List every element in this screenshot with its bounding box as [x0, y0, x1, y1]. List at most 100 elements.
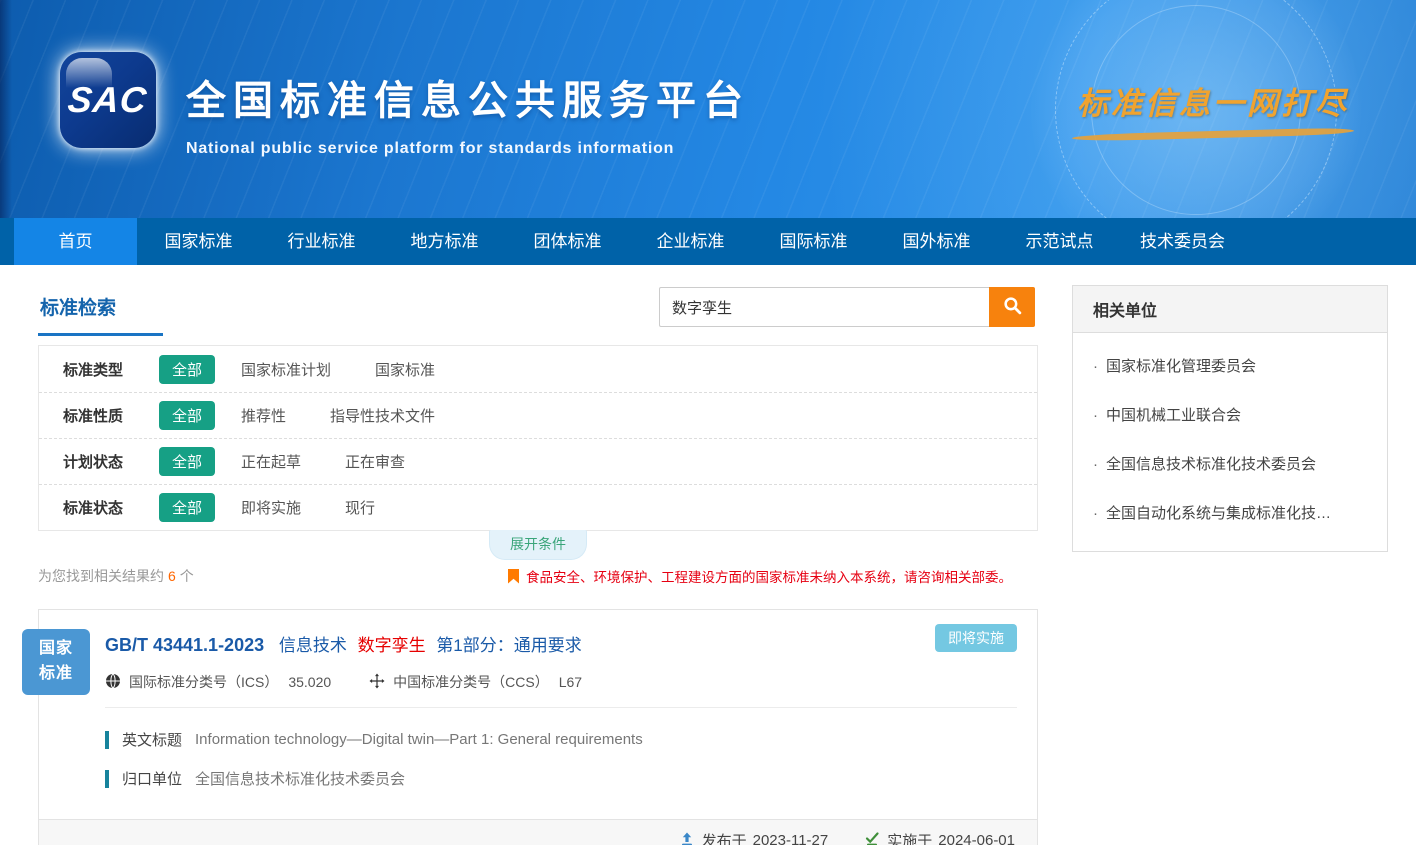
- main-column: 标准检索 标准类型 全部 国家标准计划 国家标准 标准性质 全部 推荐性: [38, 285, 1038, 845]
- filter-all-badge[interactable]: 全部: [159, 355, 215, 384]
- result-card-fields: 英文标题 Information technology—Digital twin…: [39, 708, 1037, 811]
- sidebar-item-machinery-federation[interactable]: ·中国机械工业联合会: [1093, 390, 1367, 439]
- ccs-meta: 中国标准分类号（CCS） L67: [369, 672, 582, 692]
- standard-title: GB/T 43441.1-2023 信息技术 数字孪生 第1部分：通用要求: [105, 631, 1017, 656]
- filter-option[interactable]: 正在审查: [345, 451, 405, 472]
- sidebar-item-sac[interactable]: ·国家标准化管理委员会: [1093, 341, 1367, 390]
- filter-option[interactable]: 国家标准: [375, 359, 435, 380]
- filter-label: 标准性质: [63, 405, 159, 426]
- english-title-row: 英文标题 Information technology—Digital twin…: [105, 729, 1017, 750]
- nav-industry-standards[interactable]: 行业标准: [260, 218, 383, 265]
- nav-technical-committees[interactable]: 技术委员会: [1121, 218, 1244, 265]
- sac-logo-text: SAC: [66, 79, 149, 121]
- nav-home[interactable]: 首页: [14, 218, 137, 265]
- ccs-value: L67: [559, 674, 582, 690]
- ics-value: 35.020: [288, 674, 331, 690]
- results-info-row: 为您找到相关结果约6个 食品安全、环境保护、工程建设方面的国家标准未纳入本系统，…: [38, 566, 1038, 586]
- related-units-title: 相关单位: [1073, 286, 1387, 333]
- results-count-suffix: 个: [180, 568, 194, 584]
- field-label: 归口单位: [122, 768, 182, 789]
- bookmark-icon: [508, 569, 519, 584]
- search-button[interactable]: [989, 287, 1035, 327]
- implemented-label: 实施于: [887, 830, 932, 845]
- filter-all-badge[interactable]: 全部: [159, 493, 215, 522]
- nav-enterprise-standards[interactable]: 企业标准: [629, 218, 752, 265]
- nav-international-standards[interactable]: 国际标准: [752, 218, 875, 265]
- filter-option[interactable]: 现行: [345, 497, 375, 518]
- publish-icon: [679, 831, 702, 845]
- banner-slogan: 标准信息一网打尽: [1058, 78, 1368, 138]
- site-title-en: National public service platform for sta…: [186, 140, 750, 158]
- result-card: 国家 标准 GB/T 43441.1-2023 信息技术 数字孪生 第1部分：通…: [38, 609, 1038, 845]
- sidebar-item-automation-systems[interactable]: · 全国自动化系统与集成标准化技…: [1093, 488, 1367, 537]
- crosshair-icon: [369, 673, 393, 692]
- page-content: 标准检索 标准类型 全部 国家标准计划 国家标准 标准性质 全部 推荐性: [0, 265, 1416, 845]
- nav-foreign-standards[interactable]: 国外标准: [875, 218, 998, 265]
- sidebar-item-it-standardization[interactable]: · 全国信息技术标准化技术委员会: [1093, 439, 1367, 488]
- filter-all-badge[interactable]: 全部: [159, 401, 215, 430]
- globe-icon: [105, 673, 129, 692]
- status-badge: 即将实施: [935, 624, 1017, 652]
- implemented-date-item: 实施于 2024-06-01: [864, 830, 1015, 845]
- committee-row: 归口单位 全国信息技术标准化技术委员会: [105, 768, 1017, 789]
- site-header: SAC 全国标准信息公共服务平台 National public service…: [0, 0, 1416, 218]
- list-bullet: ·: [1093, 505, 1098, 522]
- notice-text: 食品安全、环境保护、工程建设方面的国家标准未纳入本系统，请咨询相关部委。: [526, 566, 1012, 586]
- filter-all-badge[interactable]: 全部: [159, 447, 215, 476]
- search-icon: [1003, 296, 1022, 318]
- list-bullet: ·: [1093, 456, 1098, 473]
- standard-number-link[interactable]: GB/T 43441.1-2023: [105, 635, 264, 655]
- check-icon: [864, 831, 887, 845]
- filter-option[interactable]: 正在起草: [241, 451, 301, 472]
- filter-label: 计划状态: [63, 451, 159, 472]
- expand-conditions-button[interactable]: 展开条件: [489, 530, 587, 560]
- filter-panel: 标准类型 全部 国家标准计划 国家标准 标准性质 全部 推荐性 指导性技术文件 …: [38, 345, 1038, 531]
- site-titles: 全国标准信息公共服务平台 National public service pla…: [186, 68, 750, 158]
- sac-logo[interactable]: SAC: [60, 52, 156, 148]
- filter-row-standard-status: 标准状态 全部 即将实施 现行: [39, 484, 1037, 530]
- nav-pilot[interactable]: 示范试点: [998, 218, 1121, 265]
- results-count-number: 6: [168, 568, 176, 584]
- filter-row-standard-type: 标准类型 全部 国家标准计划 国家标准: [39, 346, 1037, 392]
- filter-row-plan-status: 计划状态 全部 正在起草 正在审查: [39, 438, 1037, 484]
- search-input[interactable]: [659, 287, 989, 327]
- related-units-panel: 相关单位 ·国家标准化管理委员会 ·中国机械工业联合会 · 全国信息技术标准化技术…: [1072, 285, 1388, 552]
- standard-type-badge[interactable]: 国家 标准: [22, 629, 90, 695]
- search-section: 标准检索: [38, 285, 1038, 343]
- nav-national-standards[interactable]: 国家标准: [137, 218, 260, 265]
- standard-title-pre[interactable]: 信息技术: [279, 636, 347, 655]
- ics-meta: 国际标准分类号（ICS） 35.020: [105, 672, 331, 692]
- field-value: 全国信息技术标准化技术委员会: [195, 768, 405, 789]
- field-accent-bar: [105, 770, 109, 788]
- filter-row-standard-nature: 标准性质 全部 推荐性 指导性技术文件: [39, 392, 1037, 438]
- filter-option[interactable]: 国家标准计划: [241, 359, 331, 380]
- nav-local-standards[interactable]: 地方标准: [383, 218, 506, 265]
- sidebar-item-label: 全国信息技术标准化技术委员会: [1106, 456, 1316, 473]
- search-group: [659, 287, 1035, 327]
- published-date: 2023-11-27: [753, 832, 829, 845]
- page-title: 标准检索: [38, 285, 116, 336]
- filter-label: 标准状态: [63, 497, 159, 518]
- published-label: 发布于: [702, 830, 747, 845]
- system-notice: 食品安全、环境保护、工程建设方面的国家标准未纳入本系统，请咨询相关部委。: [508, 566, 1012, 586]
- published-date-item: 发布于 2023-11-27: [679, 830, 829, 845]
- type-badge-line1: 国家: [39, 637, 73, 662]
- ccs-label: 中国标准分类号（CCS）: [393, 672, 549, 692]
- filter-option[interactable]: 即将实施: [241, 497, 301, 518]
- type-badge-line2: 标准: [39, 662, 73, 687]
- list-bullet: ·: [1093, 358, 1098, 375]
- results-count: 为您找到相关结果约6个: [38, 566, 194, 586]
- sidebar-item-label: 全国自动化系统与集成标准化技…: [1106, 505, 1331, 522]
- nav-group-standards[interactable]: 团体标准: [506, 218, 629, 265]
- standard-title-post[interactable]: 第1部分：通用要求: [436, 636, 581, 655]
- list-bullet: ·: [1093, 407, 1098, 424]
- filter-label: 标准类型: [63, 359, 159, 380]
- result-card-footer: 发布于 2023-11-27 实施于 2024-06-01: [39, 819, 1037, 845]
- banner-slogan-text: 标准信息一网打尽: [1058, 78, 1368, 123]
- filter-option[interactable]: 推荐性: [241, 405, 286, 426]
- filter-option[interactable]: 指导性技术文件: [330, 405, 435, 426]
- standard-title-highlight[interactable]: 数字孪生: [358, 636, 426, 655]
- implemented-date: 2024-06-01: [938, 832, 1015, 845]
- results-count-prefix: 为您找到相关结果约: [38, 568, 164, 584]
- result-card-head: GB/T 43441.1-2023 信息技术 数字孪生 第1部分：通用要求 即将…: [39, 610, 1037, 708]
